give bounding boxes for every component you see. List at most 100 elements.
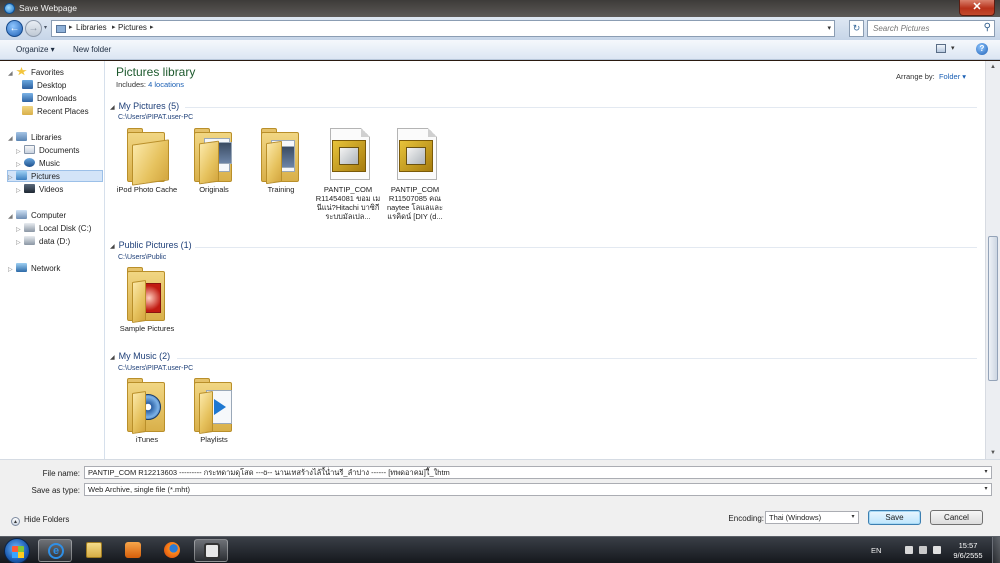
expand-icon[interactable]: ▷ [16, 187, 24, 194]
system-clock[interactable]: 15:57 9/6/2555 [948, 541, 988, 561]
nav-label: Pictures [31, 172, 60, 181]
chevron-down-icon[interactable]: ▾ [827, 24, 831, 32]
collapse-icon[interactable]: ◢ [8, 213, 16, 220]
chevron-up-icon: ▲ [11, 517, 20, 526]
cancel-button[interactable]: Cancel [930, 510, 983, 525]
encoding-select[interactable]: Thai (Windows) ▾ [765, 511, 859, 524]
item-name: iTunes [135, 435, 159, 444]
taskbar-media-player[interactable] [116, 539, 150, 562]
forward-button[interactable]: → [25, 20, 42, 37]
nav-item-desktop[interactable]: Desktop [22, 80, 66, 92]
save-type-select[interactable]: Web Archive, single file (*.mht) ▾ [84, 483, 992, 496]
address-breadcrumb[interactable]: ▸ Libraries ▸ Pictures ▸ ▾ [51, 20, 835, 37]
refresh-button[interactable]: ↻ [849, 20, 864, 37]
folder-item[interactable]: Playlists [181, 378, 247, 444]
collapse-icon[interactable]: ◢ [110, 105, 115, 111]
chevron-down-icon[interactable]: ▾ [981, 484, 991, 495]
save-pane: File name: PANTIP_COM R12213603 --------… [0, 459, 1000, 536]
nav-computer[interactable]: ◢ Computer [8, 210, 66, 222]
arrange-by: Arrange by: Folder ▾ [896, 72, 966, 81]
flag-icon[interactable] [919, 546, 927, 554]
divider [185, 107, 977, 108]
file-item[interactable]: PANTIP_COM R11454081 ขอม เมนีแน่?Hitachi… [315, 128, 381, 221]
nav-item-recent-places[interactable]: Recent Places [22, 106, 89, 118]
arrange-dropdown[interactable]: Folder ▾ [939, 72, 966, 81]
nav-item-videos[interactable]: ▷ Videos [16, 184, 63, 196]
item-name: Playlists [200, 435, 228, 444]
taskbar-firefox[interactable] [155, 539, 189, 562]
collapse-icon[interactable]: ◢ [110, 244, 115, 250]
language-indicator[interactable]: EN [871, 546, 881, 555]
firefox-icon [164, 542, 180, 558]
back-button[interactable]: ← [6, 20, 23, 37]
scroll-up-icon[interactable]: ▲ [988, 62, 998, 72]
recent-pages-icon[interactable]: ▾ [44, 25, 50, 31]
help-icon[interactable]: ? [976, 43, 988, 55]
expand-icon[interactable]: ▷ [16, 226, 24, 233]
hide-folders-button[interactable]: ▲ Hide Folders [11, 515, 69, 526]
locations-link[interactable]: 4 locations [148, 80, 184, 89]
speaker-icon[interactable] [933, 546, 941, 554]
show-desktop-button[interactable] [992, 537, 1000, 563]
search-input[interactable] [873, 21, 981, 36]
group-header[interactable]: ◢ My Pictures (5) [110, 101, 179, 111]
file-item[interactable]: PANTIP_COM R11507085 คณ naytee โลแลและ แ… [382, 128, 448, 221]
vertical-scrollbar[interactable]: ▲ ▼ [985, 61, 1000, 459]
save-type-label: Save as type: [31, 486, 80, 495]
nav-item-local-disk-c[interactable]: ▷ Local Disk (C:) [16, 223, 91, 235]
taskbar-ie[interactable]: e [38, 539, 72, 562]
nav-item-documents[interactable]: ▷ Documents [16, 145, 79, 157]
group-header[interactable]: ◢ My Music (2) [110, 351, 170, 361]
chevron-down-icon[interactable]: ▾ [951, 44, 955, 52]
chevron-right-icon[interactable]: ▸ [69, 23, 73, 31]
nav-favorites[interactable]: ◢ Favorites [8, 67, 64, 79]
nav-item-data-d[interactable]: ▷ data (D:) [16, 236, 70, 248]
nav-libraries[interactable]: ◢ Libraries [8, 132, 62, 144]
taskbar-app[interactable] [194, 539, 228, 562]
expand-icon[interactable]: ▷ [8, 174, 16, 181]
chevron-right-icon[interactable]: ▸ [112, 23, 116, 31]
close-button[interactable]: ✕ [959, 0, 995, 16]
scroll-thumb[interactable] [988, 236, 998, 381]
chevron-down-icon[interactable]: ▾ [981, 467, 991, 478]
organize-button[interactable]: Organize ▾ [16, 45, 55, 54]
folder-item[interactable]: Sample Pictures [114, 267, 180, 333]
filename-input[interactable]: PANTIP_COM R12213603 --------- กระทดามดุ… [84, 466, 992, 479]
nav-item-pictures[interactable]: ▷ Pictures [7, 170, 103, 182]
drive-icon [24, 223, 35, 232]
group-title: Public Pictures (1) [118, 240, 192, 250]
taskbar-explorer[interactable] [77, 539, 111, 562]
expand-icon[interactable]: ▷ [16, 161, 24, 168]
folder-item[interactable]: iTunes [114, 378, 180, 444]
new-folder-button[interactable]: New folder [73, 45, 111, 54]
nav-item-music[interactable]: ▷ Music [16, 158, 60, 170]
keyboard-icon[interactable] [905, 546, 913, 554]
folder-item[interactable]: Originals [181, 128, 247, 194]
expand-icon[interactable]: ▷ [16, 239, 24, 246]
nav-item-downloads[interactable]: Downloads [22, 93, 77, 105]
computer-icon [16, 210, 27, 219]
search-icon[interactable]: ⚲ [984, 22, 991, 33]
title-bar: Save Webpage ✕ [0, 0, 1000, 17]
chevron-right-icon[interactable]: ▸ [150, 23, 154, 31]
expand-icon[interactable]: ▷ [16, 148, 24, 155]
save-button[interactable]: Save [868, 510, 921, 525]
nav-network[interactable]: ▷ Network [8, 263, 60, 275]
folder-item[interactable]: iPod Photo Cache [114, 128, 180, 194]
breadcrumb-pictures[interactable]: Pictures [118, 23, 147, 32]
folder-icon [86, 542, 102, 558]
collapse-icon[interactable]: ◢ [110, 355, 115, 361]
breadcrumb-libraries[interactable]: Libraries [76, 23, 107, 32]
collapse-icon[interactable]: ◢ [8, 135, 16, 142]
expand-icon[interactable]: ▷ [8, 266, 16, 273]
folder-item[interactable]: Training [248, 128, 314, 194]
picture-file-icon [324, 128, 372, 183]
scroll-down-icon[interactable]: ▼ [988, 448, 998, 458]
group-header[interactable]: ◢ Public Pictures (1) [110, 240, 192, 250]
chevron-down-icon[interactable]: ▾ [848, 512, 858, 523]
collapse-icon[interactable]: ◢ [8, 70, 16, 77]
start-button[interactable] [4, 538, 30, 563]
browser-icon [4, 3, 15, 14]
change-view-icon[interactable] [936, 44, 946, 53]
search-box[interactable]: ⚲ [867, 20, 995, 37]
